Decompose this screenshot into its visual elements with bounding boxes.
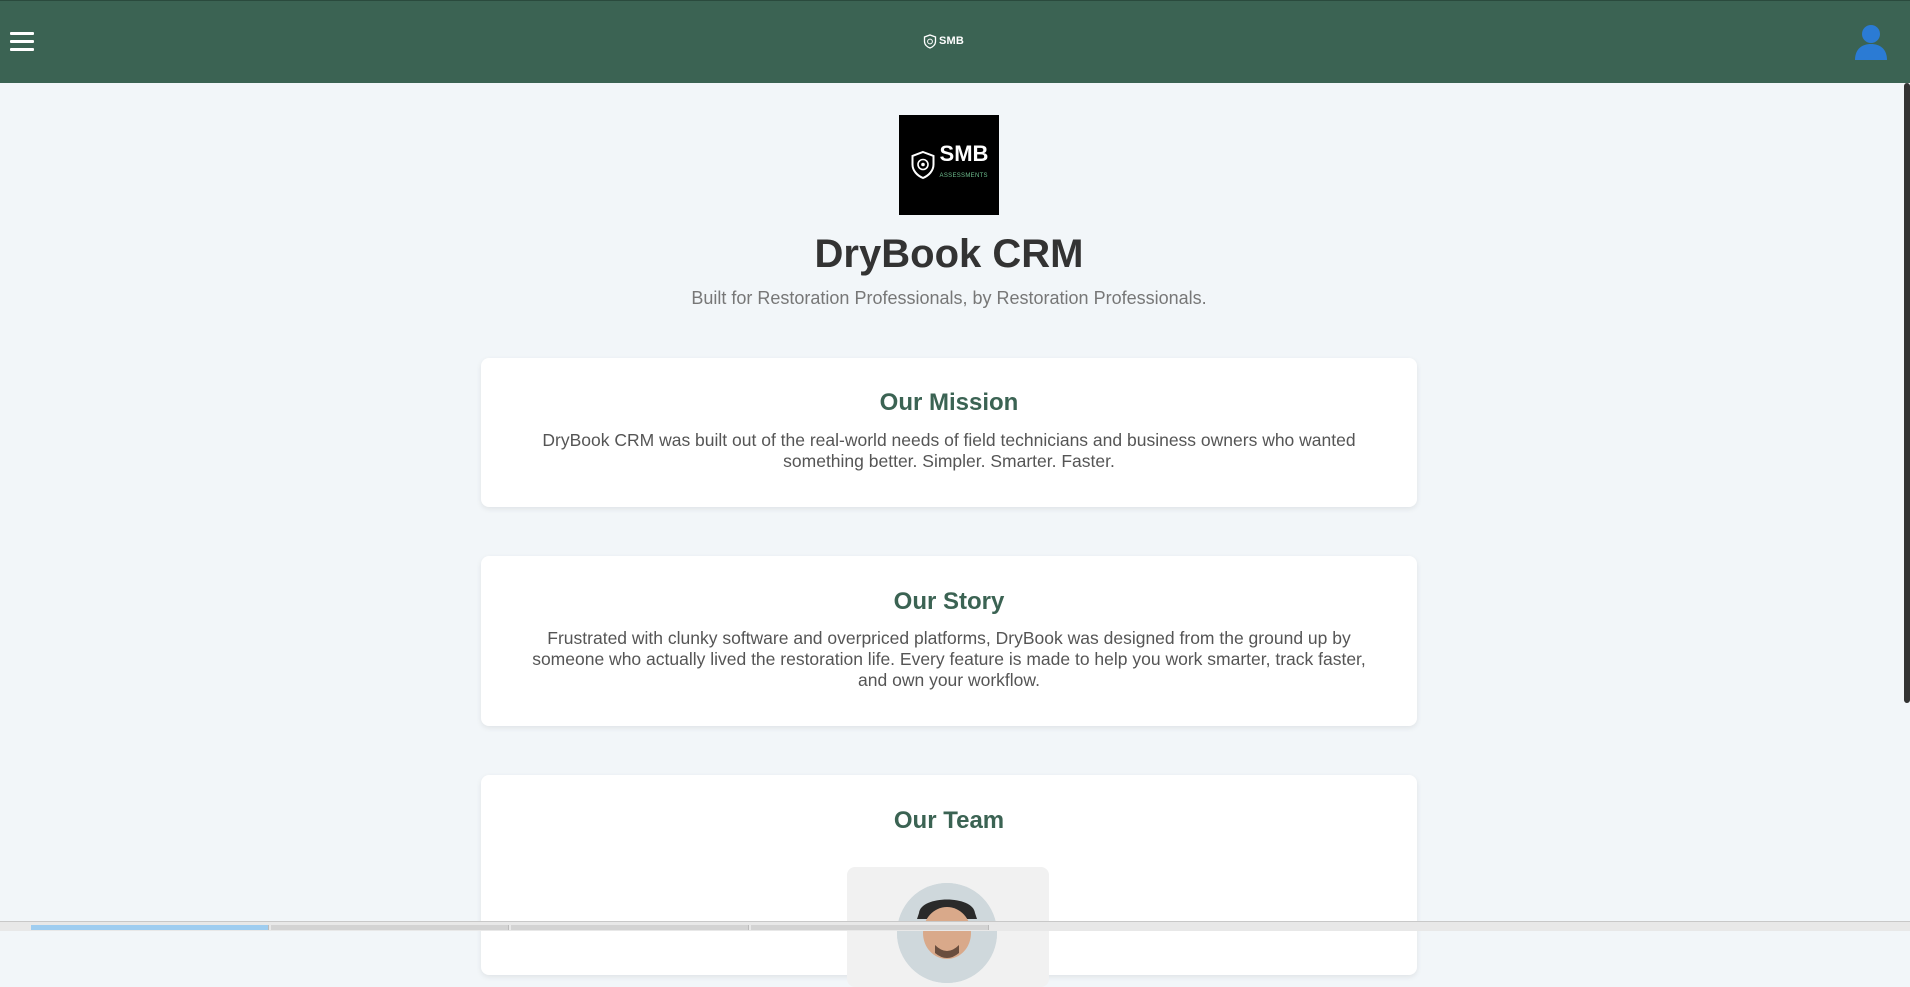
mission-body: DryBook CRM was built out of the real-wo… <box>542 430 1356 471</box>
taskbar-item[interactable] <box>31 925 269 930</box>
navbar-brand-text: SMB <box>939 35 965 47</box>
hero-logo-brand: SMB <box>939 141 989 166</box>
hamburger-menu-icon[interactable] <box>10 23 34 63</box>
page-scrollbar[interactable] <box>1904 83 1910 703</box>
taskbar <box>0 921 1910 931</box>
hero-logo: SMB ASSESSMENTS <box>899 115 999 215</box>
avatar <box>897 883 997 983</box>
taskbar-item[interactable] <box>751 925 989 930</box>
shield-logo-icon <box>923 33 937 49</box>
story-heading: Our Story <box>893 588 1005 615</box>
taskbar-item[interactable] <box>271 925 509 930</box>
top-navbar: SMB <box>0 0 1910 83</box>
team-card: Our Team <box>481 775 1417 987</box>
navbar-logo[interactable]: SMB <box>923 33 964 49</box>
taskbar-item[interactable] <box>511 925 749 930</box>
team-heading: Our Team <box>893 807 1005 834</box>
mission-card: Our Mission DryBook CRM was built out of… <box>481 358 1417 507</box>
story-body: Frustrated with clunky software and over… <box>532 628 1366 690</box>
user-account-icon[interactable] <box>1853 23 1889 61</box>
story-card: Our Story Frustrated with clunky softwar… <box>481 556 1417 726</box>
mission-heading: Our Mission <box>879 389 1019 416</box>
page-tagline: Built for Restoration Professionals, by … <box>691 288 1207 308</box>
shield-logo-icon <box>911 150 935 180</box>
page-title: DryBook CRM <box>814 232 1084 276</box>
hero-logo-subtext: ASSESSMENTS <box>939 173 988 179</box>
